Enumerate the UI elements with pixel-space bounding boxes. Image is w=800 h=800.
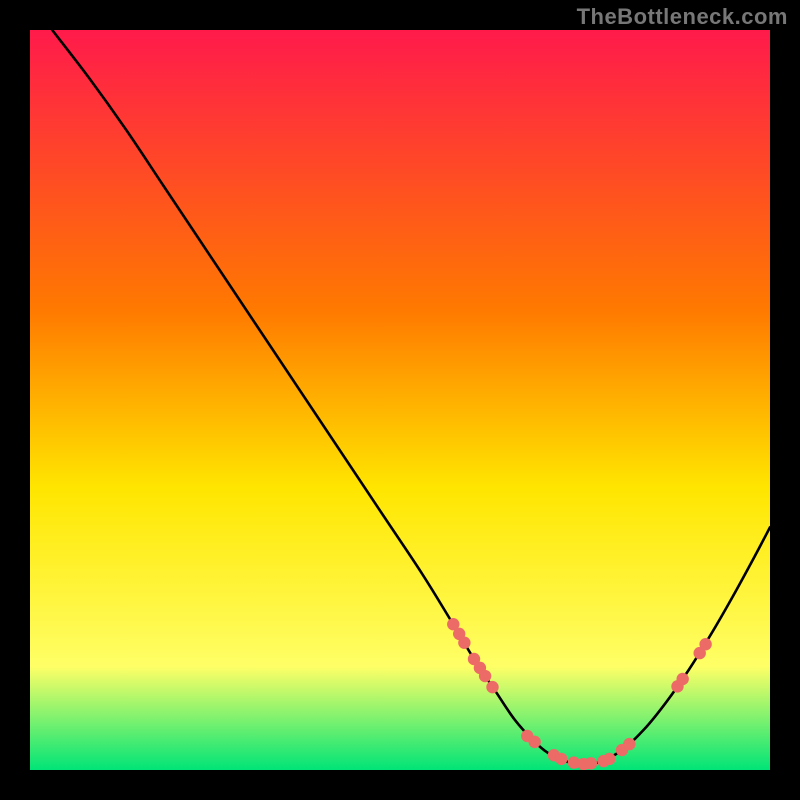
curve-marker (458, 637, 470, 649)
curve-marker (699, 638, 711, 650)
curve-marker (623, 738, 635, 750)
curve-marker (603, 753, 615, 765)
watermark-label: TheBottleneck.com (577, 4, 788, 30)
curve-marker (479, 670, 491, 682)
curve-marker (528, 736, 540, 748)
chart-background (30, 30, 770, 770)
bottleneck-curve-chart (30, 30, 770, 770)
curve-marker (486, 681, 498, 693)
chart-plot-area (30, 30, 770, 770)
curve-marker (585, 757, 597, 769)
curve-marker (676, 673, 688, 685)
curve-marker (555, 753, 567, 765)
